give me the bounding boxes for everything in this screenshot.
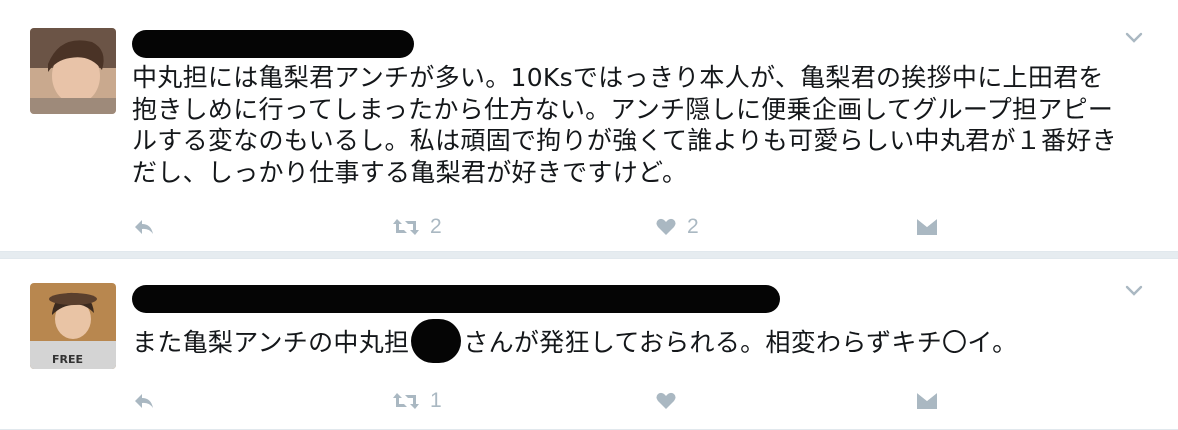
svg-text:FREE: FREE: [52, 353, 83, 366]
tweet-card: FREE また亀梨アンチの中丸担 さんが発狂しておられる。相変わらずキチ〇イ。 1: [0, 258, 1178, 430]
reply-icon: [133, 391, 155, 411]
tweet-text-before: また亀梨アンチの中丸担: [132, 328, 410, 357]
chevron-down-icon[interactable]: [1124, 30, 1144, 46]
retweet-count: 2: [430, 215, 442, 238]
like-button[interactable]: 2: [655, 212, 699, 242]
tweet-card: 中丸担には亀梨君アンチが多い。10Ksではっきり本人が、亀梨君の挨拶中に上田君を…: [0, 0, 1178, 252]
redacted-username: [132, 30, 414, 58]
retweet-icon: [392, 217, 420, 237]
heart-icon: [655, 391, 677, 411]
mail-icon: [916, 392, 938, 410]
redacted-name: [411, 319, 462, 363]
reply-button[interactable]: [133, 386, 155, 416]
retweet-count: 1: [430, 389, 442, 412]
like-button[interactable]: [655, 386, 677, 416]
tweet-actions: 2 2: [0, 212, 1178, 242]
mail-icon: [916, 218, 938, 236]
avatar[interactable]: FREE: [30, 283, 116, 369]
redacted-username: [132, 285, 780, 313]
reply-button[interactable]: [133, 212, 155, 242]
like-count: 2: [687, 215, 699, 238]
retweet-icon: [392, 391, 420, 411]
heart-icon: [655, 217, 677, 237]
tweet-text: また亀梨アンチの中丸担 さんが発狂しておられる。相変わらずキチ〇イ。: [132, 319, 1128, 363]
retweet-button[interactable]: 1: [392, 386, 442, 416]
chevron-down-icon[interactable]: [1124, 283, 1144, 299]
direct-message-button[interactable]: [916, 212, 938, 242]
tweet-text: 中丸担には亀梨君アンチが多い。10Ksではっきり本人が、亀梨君の挨拶中に上田君を…: [132, 63, 1117, 187]
tweet-actions: 1: [0, 386, 1178, 416]
avatar[interactable]: [30, 28, 116, 114]
reply-icon: [133, 217, 155, 237]
tweet-text-after: さんが発狂しておられる。相変わらずキチ〇イ。: [463, 328, 1018, 357]
direct-message-button[interactable]: [916, 386, 938, 416]
retweet-button[interactable]: 2: [392, 212, 442, 242]
